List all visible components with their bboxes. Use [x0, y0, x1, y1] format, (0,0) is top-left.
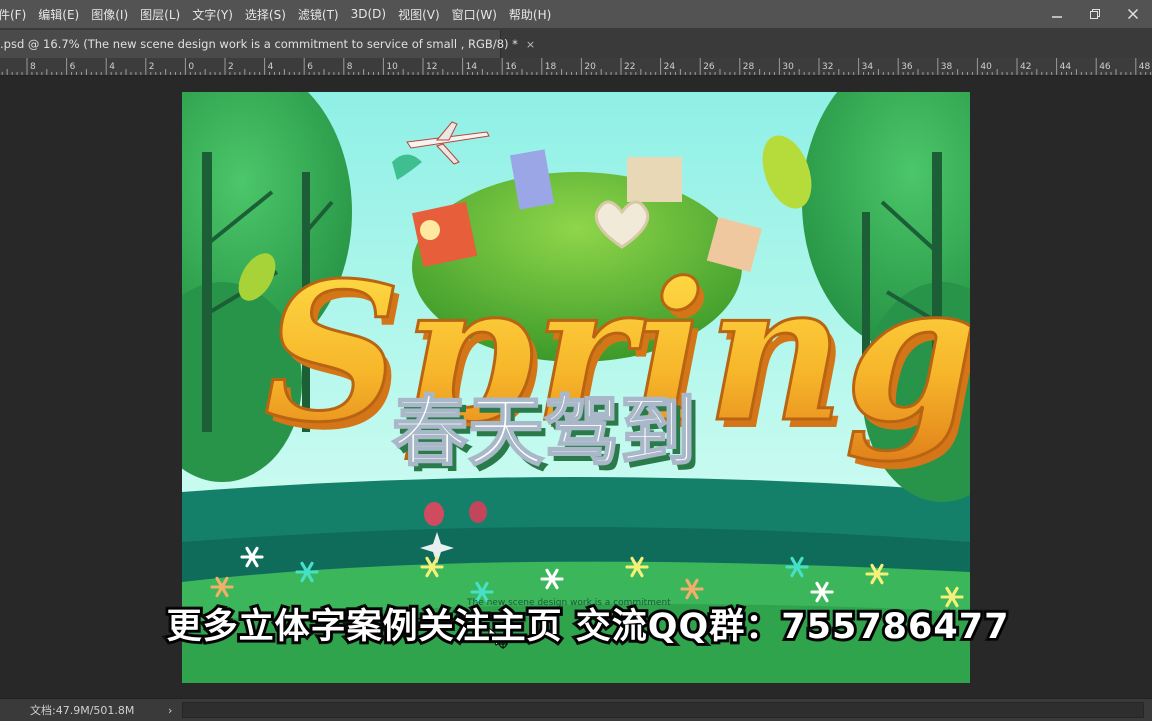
clock-face: [420, 220, 440, 240]
menu-edit[interactable]: 编辑(E): [32, 6, 85, 23]
ruler-label: 8: [347, 62, 353, 72]
status-bar: 文档:47.9M/501.8M ›: [0, 698, 1152, 721]
menu-type[interactable]: 文字(Y): [186, 6, 239, 23]
window-controls: [1038, 0, 1152, 28]
ruler-label: 28: [743, 62, 755, 72]
horizontal-scrollbar[interactable]: [182, 702, 1144, 718]
ruler-label: 16: [505, 62, 517, 72]
ruler-label: 42: [1020, 62, 1031, 72]
ruler-label: 34: [862, 62, 874, 72]
document-tab-label: .psd @ 16.7% (The new scene design work …: [0, 37, 518, 51]
ruler-label: 10: [386, 62, 398, 72]
spring-poster-artwork: Spring Spring 春天驾到 春天驾到 The new scene de…: [182, 92, 970, 683]
document-tab-bar: .psd @ 16.7% (The new scene design work …: [0, 28, 1152, 59]
menu-help[interactable]: 帮助(H): [503, 6, 557, 23]
restore-icon: [1090, 9, 1100, 19]
ruler-label: 44: [1060, 62, 1072, 72]
minimize-button[interactable]: [1038, 0, 1076, 28]
close-icon: [1127, 8, 1139, 20]
ruler-label: 46: [1099, 62, 1111, 72]
ruler-label: 0: [188, 62, 194, 72]
balloon: [424, 502, 444, 526]
menu-bar: 件(F) 编辑(E) 图像(I) 图层(L) 文字(Y) 选择(S) 滤镜(T)…: [0, 0, 1152, 28]
ruler-label: 6: [70, 62, 76, 72]
tab-close-icon[interactable]: ×: [526, 38, 535, 51]
ruler-label: 24: [664, 62, 676, 72]
ruler-label: 12: [426, 62, 437, 72]
menu-file[interactable]: 件(F): [0, 6, 32, 23]
menu-view[interactable]: 视图(V): [392, 6, 446, 23]
menu-window[interactable]: 窗口(W): [446, 6, 503, 23]
ruler-label: 2: [149, 62, 155, 72]
horizontal-ruler[interactable]: 8 6 4 2 0 2 4 6 8 10 12 14 16 18 20 22 24 26 28 30 32 34 36 38 4…: [0, 58, 1152, 76]
ruler-label: 2: [228, 62, 234, 72]
document-size-readout[interactable]: 文档:47.9M/501.8M: [30, 702, 134, 718]
ruler-label: 38: [941, 62, 953, 72]
menu-filter[interactable]: 滤镜(T): [292, 6, 345, 23]
ruler-label: 14: [466, 62, 478, 72]
ruler-label: 18: [545, 62, 557, 72]
ruler-label: 20: [584, 62, 596, 72]
ruler-label: 26: [703, 62, 715, 72]
minimize-icon: [1052, 16, 1062, 18]
menu-select[interactable]: 选择(S): [239, 6, 292, 23]
ruler-label: 36: [901, 62, 913, 72]
ruler-label: 40: [980, 62, 992, 72]
menu-layer[interactable]: 图层(L): [134, 6, 186, 23]
ruler-label: 6: [307, 62, 313, 72]
ruler-label: 32: [822, 62, 833, 72]
document-canvas[interactable]: Spring Spring 春天驾到 春天驾到 The new scene de…: [182, 92, 970, 683]
status-menu-arrow-icon[interactable]: ›: [168, 704, 172, 717]
ruler-label: 8: [30, 62, 36, 72]
ruler-label: 22: [624, 62, 635, 72]
book-stack: [627, 157, 682, 202]
ruler-label: 4: [109, 62, 115, 72]
ruler-label: 4: [268, 62, 274, 72]
close-button[interactable]: [1114, 0, 1152, 28]
video-subtitle: 更多立体字案例关注主页 交流QQ群：755786477: [164, 604, 1012, 650]
restore-button[interactable]: [1076, 0, 1114, 28]
document-tab[interactable]: .psd @ 16.7% (The new scene design work …: [0, 30, 535, 58]
balloon: [469, 501, 487, 523]
ruler-label: 48: [1139, 62, 1151, 72]
ruler-label: 30: [782, 62, 794, 72]
ruler-ticks: 8 6 4 2 0 2 4 6 8 10 12 14 16 18 20 22 24 26 28 30 32 34 36 38 4…: [1, 58, 1152, 75]
chinese-title: 春天驾到: [392, 387, 696, 476]
menu-3d[interactable]: 3D(D): [345, 7, 392, 21]
menu-image[interactable]: 图像(I): [85, 6, 134, 23]
